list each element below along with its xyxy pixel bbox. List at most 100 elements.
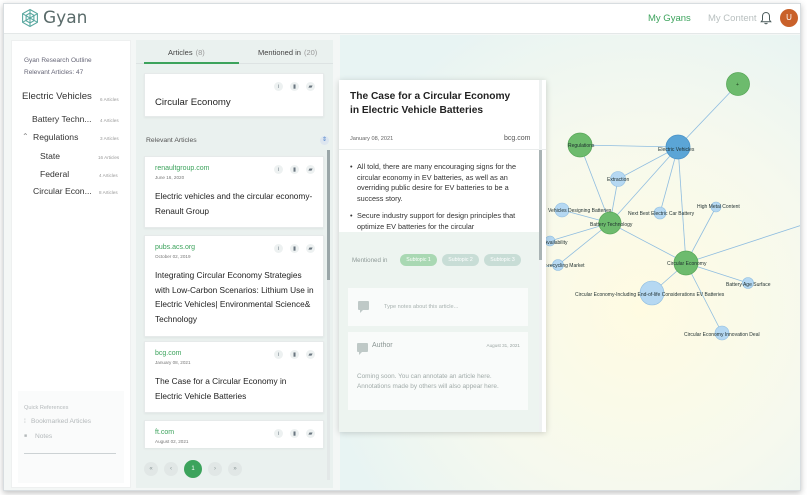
info-icon[interactable]: i <box>274 165 283 174</box>
outline-count: 4 Articles <box>99 173 118 178</box>
article-date: June 16, 2020 <box>155 175 185 180</box>
article-date: August 02, 2021 <box>155 439 189 444</box>
detail-date: January 08, 2021 <box>350 136 394 142</box>
bookmark-icon[interactable]: ▮ <box>290 244 299 253</box>
comment-icon[interactable]: ▰ <box>306 350 315 359</box>
topic-card[interactable]: Circular Economy i ▮ ▰ <box>144 73 324 117</box>
annotation-author: Author <box>372 342 393 349</box>
user-avatar[interactable]: U <box>780 9 798 27</box>
subtopic-pill-3[interactable]: Subtopic 3 <box>484 254 521 266</box>
graph-node-label: Extraction <box>607 177 629 183</box>
research-outline-panel: Gyan Research Outline Relevant Articles:… <box>11 40 131 488</box>
scrollbar-thumb[interactable] <box>539 150 542 260</box>
graph-node-label: Vehicles Designing Batteries <box>548 208 612 214</box>
info-icon[interactable]: i <box>274 244 283 253</box>
article-source[interactable]: bcg.com <box>155 350 181 357</box>
outline-title: Gyan Research Outline <box>24 57 92 64</box>
scrollbar-thumb[interactable] <box>327 150 330 280</box>
coming-soon-message: Coming soon. You can annotate an article… <box>357 373 499 391</box>
detail-domain[interactable]: bcg.com <box>504 135 530 142</box>
articles-panel: Articles (8) Mentioned in (20) Circular Ec… <box>136 40 333 488</box>
card-actions: i ▮ ▰ <box>274 244 315 253</box>
topic-title: Circular Economy <box>155 97 231 108</box>
comment-icon <box>357 343 368 355</box>
notes-link[interactable]: Notes <box>35 433 52 440</box>
comment-icon[interactable]: ▰ <box>306 82 315 91</box>
brand-logo[interactable]: Gyan <box>20 8 87 28</box>
bookmark-icon[interactable]: ▮ <box>290 429 299 438</box>
summary-bullet: Secure industry support for design princ… <box>350 211 528 232</box>
note-input-box[interactable]: Type notes about this article... <box>348 288 528 326</box>
article-card[interactable]: renaultgroup.com June 16, 2020 Electric … <box>144 156 324 228</box>
nav-my-content[interactable]: My Content <box>708 13 757 24</box>
first-page-button[interactable]: « <box>144 462 158 476</box>
annotation-box: Author August 31, 2021 Coming soon. You … <box>348 332 528 410</box>
card-actions: i ▮ ▰ <box>274 429 315 438</box>
graph-labels: Regulations Electric Vehicles Extraction… <box>544 143 771 338</box>
last-page-button[interactable]: » <box>228 462 242 476</box>
article-card[interactable]: pubs.acs.org October 02, 2019 Integratin… <box>144 235 324 337</box>
subtopic-pill-2[interactable]: Subtopic 2 <box>442 254 479 266</box>
note-icon <box>358 301 369 313</box>
tab-articles[interactable]: Articles (8) <box>168 48 205 57</box>
article-source[interactable]: renaultgroup.com <box>155 165 209 172</box>
divider <box>339 149 546 150</box>
page-button[interactable]: 1 <box>184 460 202 478</box>
comment-icon[interactable]: ▰ <box>306 165 315 174</box>
summary-bullet: All told, there are many encouraging sig… <box>350 162 528 204</box>
outline-item-state[interactable]: State <box>40 151 60 161</box>
active-tab-indicator <box>144 62 239 64</box>
outline-item-federal[interactable]: Federal <box>40 169 69 179</box>
graph-node-label: y-recycling Market <box>544 263 585 269</box>
bookmark-icon[interactable]: ▮ <box>290 165 299 174</box>
subtopic-pill-1[interactable]: Subtopic 1 <box>400 254 437 266</box>
article-title[interactable]: Electric vehicles and the circular econo… <box>155 189 315 218</box>
mentioned-in-label: Mentioned in <box>352 257 388 264</box>
card-actions: i ▮ ▰ <box>274 165 315 174</box>
articles-scrollbar[interactable] <box>327 150 330 480</box>
outline-item-electric-vehicles[interactable]: Electric Vehicles <box>22 91 92 102</box>
detail-scrollbar[interactable] <box>539 80 542 432</box>
info-icon[interactable]: i <box>274 82 283 91</box>
info-icon[interactable]: i <box>274 429 283 438</box>
outline-item-battery-technology[interactable]: Battery Techn... <box>32 114 92 124</box>
bookmark-icon[interactable]: ▮ <box>290 82 299 91</box>
graph-node-label: Regulations <box>568 143 595 149</box>
relevant-articles-label: Relevant Articles <box>146 137 197 144</box>
article-title[interactable]: The Case for a Circular Economy in Elect… <box>155 374 315 403</box>
gyan-logo-icon <box>22 8 38 28</box>
annotation-date: August 31, 2021 <box>486 343 520 348</box>
sort-icon[interactable]: ⇕ <box>320 136 329 145</box>
article-source[interactable]: pubs.acs.org <box>155 244 195 251</box>
article-title[interactable]: Integrating Circular Economy Strategies … <box>155 268 315 326</box>
article-card[interactable]: ft.com August 02, 2021 i ▮ ▰ <box>144 420 324 448</box>
chevron-up-icon[interactable]: ⌃ <box>22 132 29 141</box>
outline-item-regulations[interactable]: Regulations <box>33 132 78 142</box>
article-date: October 02, 2019 <box>155 254 191 259</box>
brand-name: Gyan <box>43 8 88 28</box>
graph-node-label: Battery Age Surface <box>726 282 771 288</box>
prev-page-button[interactable]: ‹ <box>164 462 178 476</box>
bookmarked-articles-link[interactable]: Bookmarked Articles <box>31 418 91 425</box>
bookmark-icon: ⁞ <box>24 418 26 425</box>
comment-icon[interactable]: ▰ <box>306 244 315 253</box>
graph-node-label: Circular Economy Innovation Deal <box>684 332 760 338</box>
divider <box>24 453 116 454</box>
graph-node-label: + <box>736 82 739 88</box>
bell-icon[interactable] <box>760 11 772 25</box>
outline-item-circular-economy[interactable]: Circular Econ... <box>33 186 92 196</box>
info-icon[interactable]: i <box>274 350 283 359</box>
comment-icon[interactable]: ▰ <box>306 429 315 438</box>
article-date: January 08, 2021 <box>155 360 191 365</box>
graph-node-label: Electric Vehicles <box>658 147 695 153</box>
article-source[interactable]: ft.com <box>155 429 174 436</box>
tab-mentioned-in[interactable]: Mentioned in (20) <box>258 48 317 57</box>
nav-my-gyans[interactable]: My Gyans <box>648 13 691 24</box>
graph-node-label: Circular Economy-Including End-of-life C… <box>575 292 725 298</box>
next-page-button[interactable]: › <box>208 462 222 476</box>
detail-summary: All told, there are many encouraging sig… <box>350 162 528 239</box>
note-placeholder[interactable]: Type notes about this article... <box>384 304 458 310</box>
top-header: Gyan My Gyans My Content U <box>4 4 800 34</box>
bookmark-icon[interactable]: ▮ <box>290 350 299 359</box>
article-card[interactable]: bcg.com January 08, 2021 The Case for a … <box>144 341 324 413</box>
